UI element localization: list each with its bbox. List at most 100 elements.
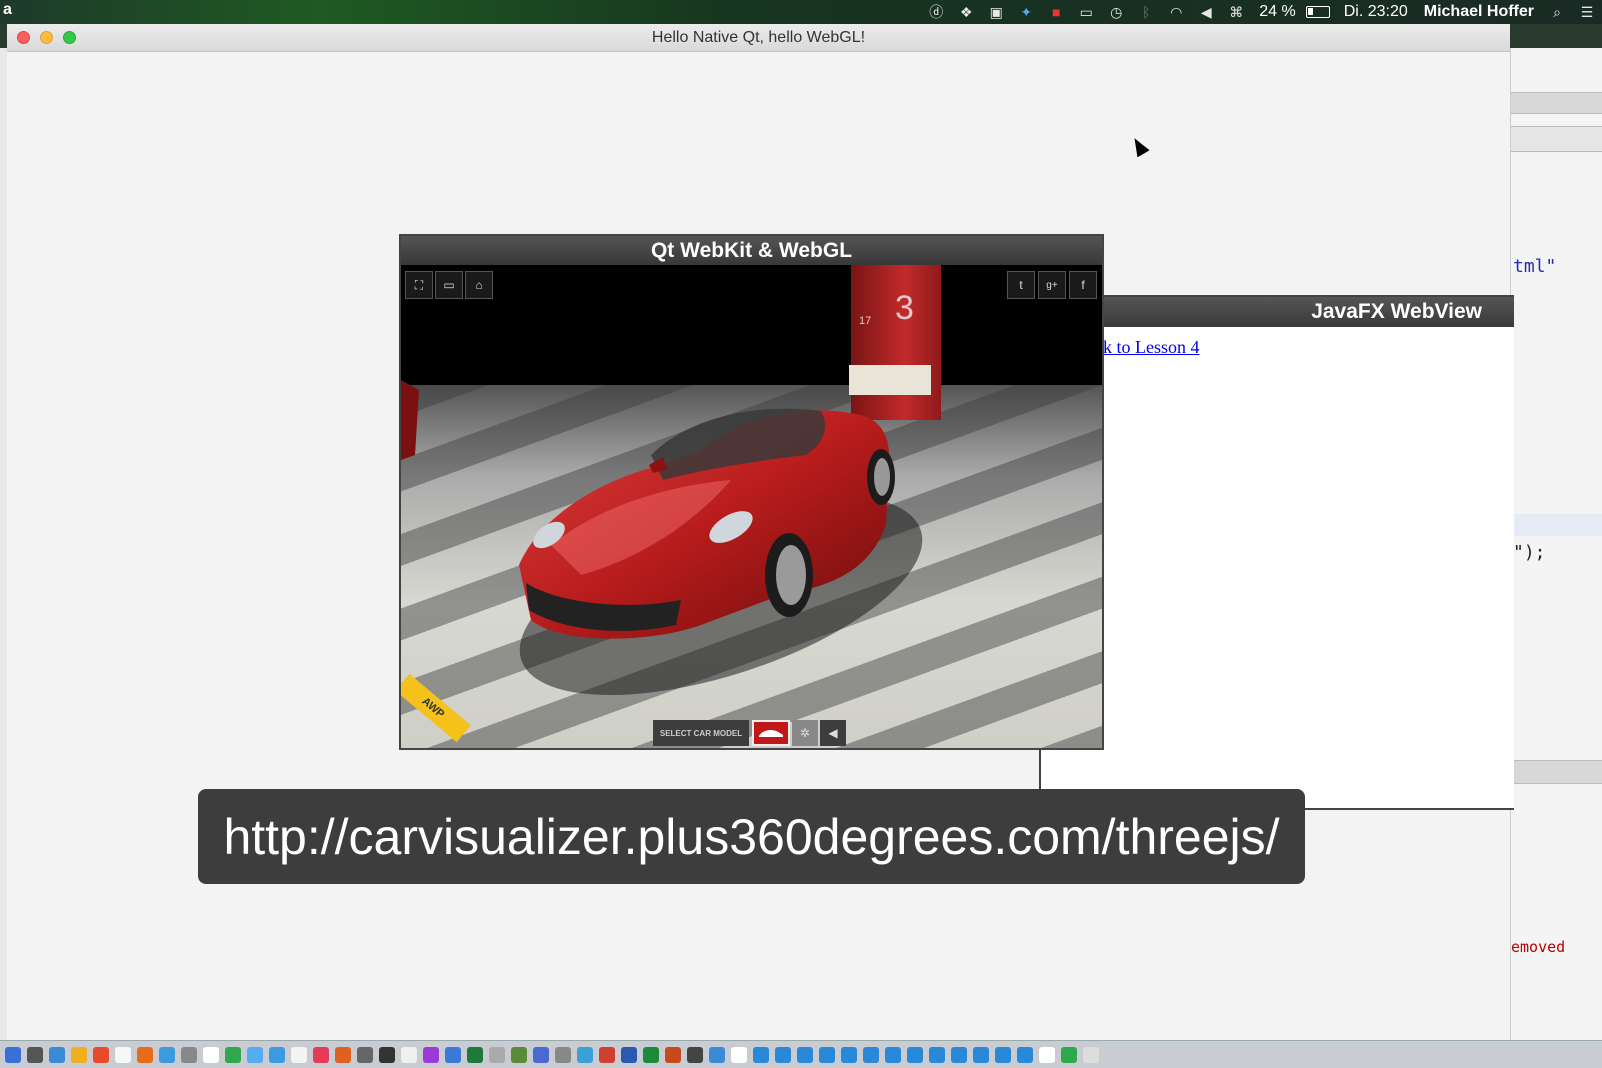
menu-clock[interactable]: Di. 23:20 <box>1344 3 1408 21</box>
fullscreen-icon[interactable]: ⛶ <box>405 271 433 299</box>
qt-panel-title[interactable]: Qt WebKit & WebGL <box>401 236 1102 265</box>
skype-icon[interactable] <box>269 1046 285 1063</box>
twitter-icon[interactable]: ✦ <box>1015 4 1037 20</box>
folder-icon[interactable] <box>951 1046 967 1063</box>
folder-icon[interactable] <box>819 1046 835 1063</box>
script-icon[interactable] <box>1061 1046 1077 1063</box>
folder-icon[interactable] <box>775 1046 791 1063</box>
red-app-icon[interactable]: ■ <box>1045 4 1067 20</box>
messages-icon[interactable] <box>225 1046 241 1063</box>
powerpoint-icon[interactable] <box>665 1046 681 1063</box>
notification-center-icon[interactable]: ☰ <box>1576 4 1598 20</box>
battery-icon[interactable] <box>1305 6 1330 18</box>
cyberduck-icon[interactable] <box>71 1046 87 1063</box>
status-area: ⓓ ❖ ▣ ✦ ■ ▭ ◷ ᛒ ◠ ◀ ⌘ 24 % Di. 23:20 Mic… <box>921 0 1602 24</box>
qt-creator-icon[interactable] <box>511 1046 527 1063</box>
code-snippet: "); <box>1513 542 1546 563</box>
javafx-webview-panel: JavaFX WebView k to Lesson 4 <box>1039 295 1514 810</box>
itunes-icon[interactable] <box>313 1046 329 1063</box>
webgl-car-scene[interactable]: 3 17 ⛶ ▭ ⌂ t g+ f AWP SELECT CAR MODEL ✲… <box>401 265 1102 748</box>
wheel-rim-button[interactable]: ✲ <box>792 720 818 746</box>
document-icon[interactable] <box>731 1046 747 1063</box>
document-icon[interactable] <box>1039 1046 1055 1063</box>
editor-output-toolbar <box>1511 760 1602 784</box>
qt-webkit-panel: Qt WebKit & WebGL 3 17 ⛶ ▭ ⌂ t g+ f AWP … <box>399 234 1104 750</box>
d-icon[interactable]: ⓓ <box>925 4 947 20</box>
folder-icon[interactable] <box>973 1046 989 1063</box>
textedit-icon[interactable] <box>401 1046 417 1063</box>
window-title: Hello Native Qt, hello WebGL! <box>651 29 866 46</box>
keyboard-icon[interactable]: ⌘ <box>1225 4 1247 20</box>
home-icon[interactable]: ⌂ <box>465 271 493 299</box>
folder-icon[interactable] <box>929 1046 945 1063</box>
folder-icon[interactable] <box>753 1046 769 1063</box>
folder-icon[interactable] <box>841 1046 857 1063</box>
launchpad-icon[interactable] <box>27 1046 43 1063</box>
folder-icon[interactable] <box>863 1046 879 1063</box>
car-color-button[interactable] <box>752 720 790 746</box>
car-3d-model[interactable] <box>401 265 1102 748</box>
dock <box>0 1040 1602 1068</box>
select-car-model-button[interactable]: SELECT CAR MODEL <box>653 720 749 746</box>
bluetooth-icon[interactable]: ᛒ <box>1135 4 1157 20</box>
vmware-icon[interactable] <box>709 1046 725 1063</box>
netbeans-icon[interactable] <box>577 1046 593 1063</box>
sound-button[interactable]: ◀ <box>820 720 846 746</box>
numbers-icon[interactable] <box>467 1046 483 1063</box>
notes-icon[interactable] <box>115 1046 131 1063</box>
word-icon[interactable] <box>621 1046 637 1063</box>
editor-tabbar <box>1511 126 1602 152</box>
url-caption: http://carvisualizer.plus360degrees.com/… <box>198 789 1305 884</box>
terminal-icon[interactable] <box>357 1046 373 1063</box>
editor-toolbar <box>1511 92 1602 114</box>
calendar-icon[interactable] <box>203 1046 219 1063</box>
folder-icon[interactable] <box>885 1046 901 1063</box>
camera-icon[interactable]: ▣ <box>985 4 1007 20</box>
qt-main-window: Hello Native Qt, hello WebGL! JavaFX Web… <box>7 24 1514 1040</box>
twitter-icon[interactable]: t <box>1007 271 1035 299</box>
safari-icon[interactable] <box>159 1046 175 1063</box>
folder-icon[interactable] <box>907 1046 923 1063</box>
time-machine-icon[interactable]: ◷ <box>1105 4 1127 20</box>
spotlight-icon[interactable]: ⌕ <box>1546 4 1568 20</box>
battery-percent[interactable]: 24 % <box>1259 3 1295 21</box>
output-snippet: emoved <box>1511 938 1566 956</box>
airplay-icon[interactable]: ▭ <box>1075 4 1097 20</box>
facebook-icon[interactable]: f <box>1069 271 1097 299</box>
mail-icon[interactable] <box>181 1046 197 1063</box>
video-camera-icon[interactable]: ▭ <box>435 271 463 299</box>
wifi-icon[interactable]: ◠ <box>1165 4 1187 20</box>
system-preferences-icon[interactable] <box>555 1046 571 1063</box>
xcode-icon[interactable] <box>533 1046 549 1063</box>
aperture-icon[interactable] <box>423 1046 439 1063</box>
photos-icon[interactable] <box>291 1046 307 1063</box>
volume-icon[interactable]: ◀ <box>1195 4 1217 20</box>
title-bar[interactable]: Hello Native Qt, hello WebGL! <box>7 24 1510 52</box>
activity-monitor-icon[interactable] <box>379 1046 395 1063</box>
twitter-icon[interactable] <box>247 1046 263 1063</box>
acrobat-icon[interactable] <box>599 1046 615 1063</box>
highlighted-line <box>1511 514 1602 536</box>
google-plus-icon[interactable]: g+ <box>1038 271 1066 299</box>
app-menu-label[interactable]: a <box>3 1 12 19</box>
console-icon[interactable] <box>687 1046 703 1063</box>
car-silhouette-icon <box>759 730 783 737</box>
vlc-icon[interactable] <box>335 1046 351 1063</box>
background-editor-window: tml" "); emoved <box>1510 48 1602 1040</box>
excel-icon[interactable] <box>643 1046 659 1063</box>
app-store-icon[interactable] <box>49 1046 65 1063</box>
firefox-icon[interactable] <box>137 1046 153 1063</box>
back-to-lesson-link[interactable]: k to Lesson 4 <box>1103 337 1200 358</box>
keynote-icon[interactable] <box>445 1046 461 1063</box>
finder-icon[interactable] <box>5 1046 21 1063</box>
background-window-left <box>0 48 7 1040</box>
user-name[interactable]: Michael Hoffer <box>1424 3 1534 21</box>
chrome-icon[interactable] <box>93 1046 109 1063</box>
javafx-panel-title[interactable]: JavaFX WebView <box>1041 297 1514 327</box>
dropbox-icon[interactable]: ❖ <box>955 4 977 20</box>
preview-icon[interactable] <box>489 1046 505 1063</box>
folder-icon[interactable] <box>995 1046 1011 1063</box>
trash-icon[interactable] <box>1083 1046 1099 1063</box>
folder-icon[interactable] <box>1017 1046 1033 1063</box>
folder-icon[interactable] <box>797 1046 813 1063</box>
